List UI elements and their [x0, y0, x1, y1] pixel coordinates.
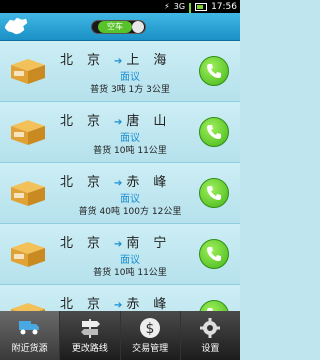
usb-icon: ⚡ — [164, 2, 170, 11]
tab-transactions[interactable]: $ 交易管理 — [121, 311, 181, 360]
tab-settings[interactable]: 设置 — [181, 311, 240, 360]
svg-text:$: $ — [146, 321, 155, 337]
price: 面议 — [120, 72, 140, 83]
dollar-icon: $ — [140, 318, 161, 338]
list-item[interactable]: 北京➔ 上海 面议 普货 3吨 1方 3公里 — [0, 41, 240, 102]
list-item[interactable]: 北京➔ 赤峰 面议 普货 40吨 100方 12公里 — [0, 163, 240, 224]
phone-icon — [207, 247, 221, 261]
phone-icon — [207, 186, 221, 200]
call-button[interactable] — [199, 300, 229, 311]
cargo-info: 普货 40吨 100方 12公里 — [78, 207, 182, 217]
cargo-box-icon — [11, 120, 45, 145]
call-button[interactable] — [199, 117, 229, 147]
network-3g-icon: 3G — [173, 2, 186, 11]
list-item[interactable]: 北京➔ 南宁 面议 普货 10吨 11公里 — [0, 224, 240, 285]
signpost-icon — [80, 319, 100, 338]
list-item[interactable]: 北京➔ 唐山 面议 普货 10吨 11公里 — [0, 102, 240, 163]
bottom-tab-bar: 附近货源 更改路线 $ 交易管理 设置 — [0, 311, 240, 360]
header-bar: 空车 — [0, 13, 240, 41]
route: 北京➔ 南宁 — [60, 236, 181, 251]
battery-icon — [195, 2, 208, 11]
price: 面议 — [120, 255, 140, 266]
cargo-info: 普货 10吨 11公里 — [93, 268, 167, 278]
price: 面议 — [120, 133, 140, 144]
gear-icon — [200, 318, 221, 338]
route: 北京➔ 赤峰 — [60, 175, 181, 190]
tab-label: 交易管理 — [132, 344, 169, 354]
route: 北京➔ 上海 — [60, 53, 181, 68]
tab-change-route[interactable]: 更改路线 — [60, 311, 121, 360]
route: 北京➔ 赤峰 — [60, 297, 181, 311]
route: 北京➔ 唐山 — [60, 114, 181, 129]
tab-label: 设置 — [201, 344, 220, 354]
tab-nearby-cargo[interactable]: 附近货源 — [0, 311, 61, 360]
clock: 17:56 — [211, 1, 237, 12]
listing-list[interactable]: 北京➔ 上海 面议 普货 3吨 1方 3公里 北京➔ 唐山 面议 普货 10吨 11… — [0, 41, 240, 311]
toggle-knob — [132, 21, 144, 33]
cargo-box-icon — [11, 303, 45, 311]
phone-icon — [207, 64, 221, 78]
toggle-label: 空车 — [98, 21, 132, 33]
tab-label: 更改路线 — [71, 344, 108, 354]
cargo-box-icon — [11, 59, 45, 84]
phone-icon — [207, 125, 221, 139]
call-button[interactable] — [199, 239, 229, 269]
tab-label: 附近货源 — [11, 344, 48, 354]
call-button[interactable] — [199, 56, 229, 86]
cargo-info: 普货 3吨 1方 3公里 — [90, 85, 170, 95]
china-map-icon[interactable] — [4, 17, 28, 36]
call-button[interactable] — [199, 178, 229, 208]
status-bar: ⚡ 3G 17:56 — [0, 0, 240, 23]
cargo-box-icon — [11, 181, 45, 206]
cargo-box-icon — [11, 242, 45, 267]
list-item[interactable]: 北京➔ 赤峰 — [0, 285, 240, 311]
box-truck-icon — [18, 321, 39, 335]
signal-icon — [189, 2, 192, 23]
cargo-info: 普货 10吨 11公里 — [93, 146, 167, 156]
price: 面议 — [120, 194, 140, 205]
empty-truck-toggle[interactable]: 空车 — [91, 20, 146, 34]
